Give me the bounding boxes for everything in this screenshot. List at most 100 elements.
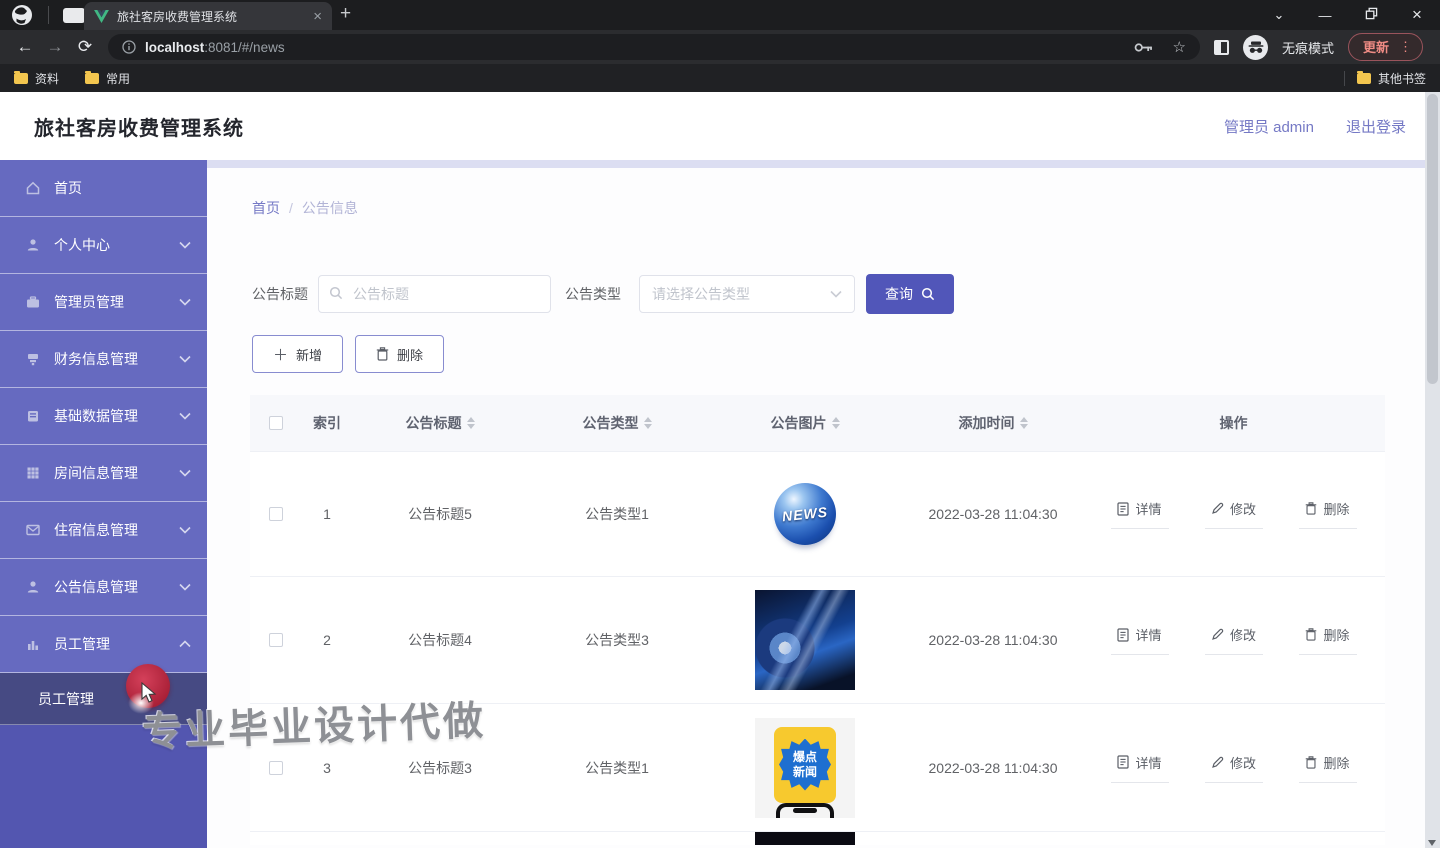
scrollbar-down-arrow[interactable] bbox=[1428, 840, 1436, 846]
col-type[interactable]: 公告类型 bbox=[583, 413, 639, 433]
detail-button[interactable]: 详情 bbox=[1111, 625, 1169, 655]
sidebar-item-room-management[interactable]: 房间信息管理 bbox=[0, 445, 207, 502]
badge-text: 新闻 bbox=[793, 765, 817, 780]
password-key-icon[interactable] bbox=[1134, 42, 1153, 53]
cell-index: 3 bbox=[302, 760, 352, 776]
sidebar-item-personal-center[interactable]: 个人中心 bbox=[0, 217, 207, 274]
browser-tab[interactable]: 旅社客房收费管理系统 × bbox=[84, 2, 332, 30]
row-checkbox[interactable] bbox=[269, 633, 283, 647]
announcement-image-phone-news[interactable]: 爆点 新闻 bbox=[755, 718, 855, 818]
update-label: 更新 bbox=[1363, 37, 1389, 56]
sort-icon[interactable] bbox=[1020, 417, 1028, 429]
globe-icon[interactable] bbox=[10, 3, 34, 27]
sidebar-item-home[interactable]: 首页 bbox=[0, 160, 207, 217]
side-panel-icon[interactable] bbox=[1214, 40, 1229, 55]
other-bookmarks[interactable]: 其他书签 bbox=[1357, 70, 1426, 87]
sidebar-item-label: 房间信息管理 bbox=[54, 463, 166, 483]
breadcrumb-current: 公告信息 bbox=[302, 198, 358, 218]
page-scrollbar[interactable] bbox=[1425, 92, 1440, 848]
filter-bar: 公告标题 公告类型 请选择公告类型 查询 bbox=[252, 274, 1440, 314]
news-card: 爆点 新闻 bbox=[774, 727, 836, 803]
query-button[interactable]: 查询 bbox=[866, 274, 954, 314]
chevron-up-icon bbox=[179, 640, 191, 648]
cell-index: 2 bbox=[302, 632, 352, 648]
table-row-partial bbox=[250, 832, 1385, 845]
back-button[interactable]: ← bbox=[10, 37, 40, 57]
sidebar-item-label: 管理员管理 bbox=[54, 292, 166, 312]
row-delete-button[interactable]: 删除 bbox=[1299, 753, 1357, 783]
click-indicator bbox=[126, 664, 170, 708]
add-button[interactable]: ＋ 新增 bbox=[252, 335, 343, 373]
sort-icon[interactable] bbox=[467, 417, 475, 429]
sort-icon[interactable] bbox=[644, 417, 652, 429]
chevron-down-icon bbox=[179, 469, 191, 477]
row-delete-button[interactable]: 删除 bbox=[1299, 499, 1357, 529]
scrollbar-thumb[interactable] bbox=[1427, 94, 1438, 384]
new-tab-button[interactable]: + bbox=[340, 3, 351, 25]
detail-button[interactable]: 详情 bbox=[1111, 499, 1169, 529]
edit-button[interactable]: 修改 bbox=[1205, 753, 1263, 783]
sidebar-item-label: 财务信息管理 bbox=[54, 349, 166, 369]
tab-close-icon[interactable]: × bbox=[313, 9, 322, 24]
tab-search-icon[interactable]: ⌄ bbox=[1256, 7, 1302, 23]
edit-button[interactable]: 修改 bbox=[1205, 625, 1263, 655]
sidebar-item-lodging-management[interactable]: 住宿信息管理 bbox=[0, 502, 207, 559]
chevron-down-icon bbox=[179, 412, 191, 420]
restore-button[interactable] bbox=[1348, 7, 1394, 23]
sidebar-item-admin-management[interactable]: 管理员管理 bbox=[0, 274, 207, 331]
sort-icon[interactable] bbox=[832, 417, 840, 429]
detail-label: 详情 bbox=[1135, 499, 1161, 518]
close-window-button[interactable]: × bbox=[1394, 5, 1440, 25]
address-bar[interactable]: localhost:8081/#/news ☆ bbox=[108, 34, 1200, 60]
type-filter-label: 公告类型 bbox=[565, 284, 621, 304]
announcement-image-blue-news[interactable] bbox=[755, 590, 855, 690]
news-burst-badge: 爆点 新闻 bbox=[779, 739, 831, 791]
trash-icon bbox=[376, 347, 389, 361]
mail-icon bbox=[24, 522, 41, 539]
col-title[interactable]: 公告标题 bbox=[406, 413, 462, 433]
bookmark-star-icon[interactable]: ☆ bbox=[1173, 38, 1186, 56]
delete-label: 删除 bbox=[1323, 499, 1349, 518]
detail-label: 详情 bbox=[1135, 625, 1161, 644]
finance-icon bbox=[24, 351, 41, 368]
row-delete-button[interactable]: 删除 bbox=[1299, 625, 1357, 655]
chevron-down-icon bbox=[830, 290, 842, 298]
sidebar-item-finance-management[interactable]: 财务信息管理 bbox=[0, 331, 207, 388]
sidebar-subitem-label: 员工管理 bbox=[38, 689, 94, 709]
reload-button[interactable]: ⟳ bbox=[70, 37, 100, 57]
edit-button[interactable]: 修改 bbox=[1205, 499, 1263, 529]
col-index: 索引 bbox=[302, 413, 352, 433]
bookmark-folder-changyong[interactable]: 常用 bbox=[85, 70, 130, 87]
detail-button[interactable]: 详情 bbox=[1111, 753, 1169, 783]
site-info-icon[interactable] bbox=[122, 40, 136, 54]
logout-link[interactable]: 退出登录 bbox=[1346, 116, 1406, 137]
announcement-image-news-globe[interactable]: NEWS bbox=[774, 483, 836, 545]
app-title: 旅社客房收费管理系统 bbox=[34, 112, 244, 141]
cell-time: 2022-03-28 11:04:30 bbox=[904, 760, 1082, 776]
edit-label: 修改 bbox=[1230, 753, 1256, 772]
sidebar-item-staff-management[interactable]: 员工管理 bbox=[0, 616, 207, 673]
breadcrumb-home[interactable]: 首页 bbox=[252, 198, 280, 218]
minimize-button[interactable]: — bbox=[1302, 8, 1348, 23]
sidebar-item-base-data-management[interactable]: 基础数据管理 bbox=[0, 388, 207, 445]
chevron-down-icon bbox=[179, 526, 191, 534]
announcement-type-select[interactable]: 请选择公告类型 bbox=[639, 275, 855, 313]
announcement-title-input[interactable] bbox=[318, 275, 551, 313]
bookmark-folder-ziliao[interactable]: 资料 bbox=[14, 70, 59, 87]
sidebar-item-announcement-management[interactable]: 公告信息管理 bbox=[0, 559, 207, 616]
row-checkbox[interactable] bbox=[269, 507, 283, 521]
menu-kebab-icon[interactable]: ⋮ bbox=[1399, 39, 1412, 55]
cell-time: 2022-03-28 11:04:30 bbox=[904, 506, 1082, 522]
delete-button[interactable]: 删除 bbox=[355, 335, 444, 373]
browser-update-button[interactable]: 更新 ⋮ bbox=[1348, 33, 1423, 61]
col-time[interactable]: 添加时间 bbox=[959, 413, 1015, 433]
cell-title: 公告标题4 bbox=[352, 630, 528, 650]
forward-button[interactable]: → bbox=[40, 37, 70, 57]
pinned-tab-icon[interactable] bbox=[63, 8, 85, 23]
cell-type: 公告类型1 bbox=[528, 758, 706, 778]
announcement-image-partial[interactable] bbox=[755, 832, 855, 845]
row-checkbox[interactable] bbox=[269, 761, 283, 775]
col-image[interactable]: 公告图片 bbox=[771, 413, 827, 433]
select-all-checkbox[interactable] bbox=[269, 416, 283, 430]
edit-label: 修改 bbox=[1230, 625, 1256, 644]
